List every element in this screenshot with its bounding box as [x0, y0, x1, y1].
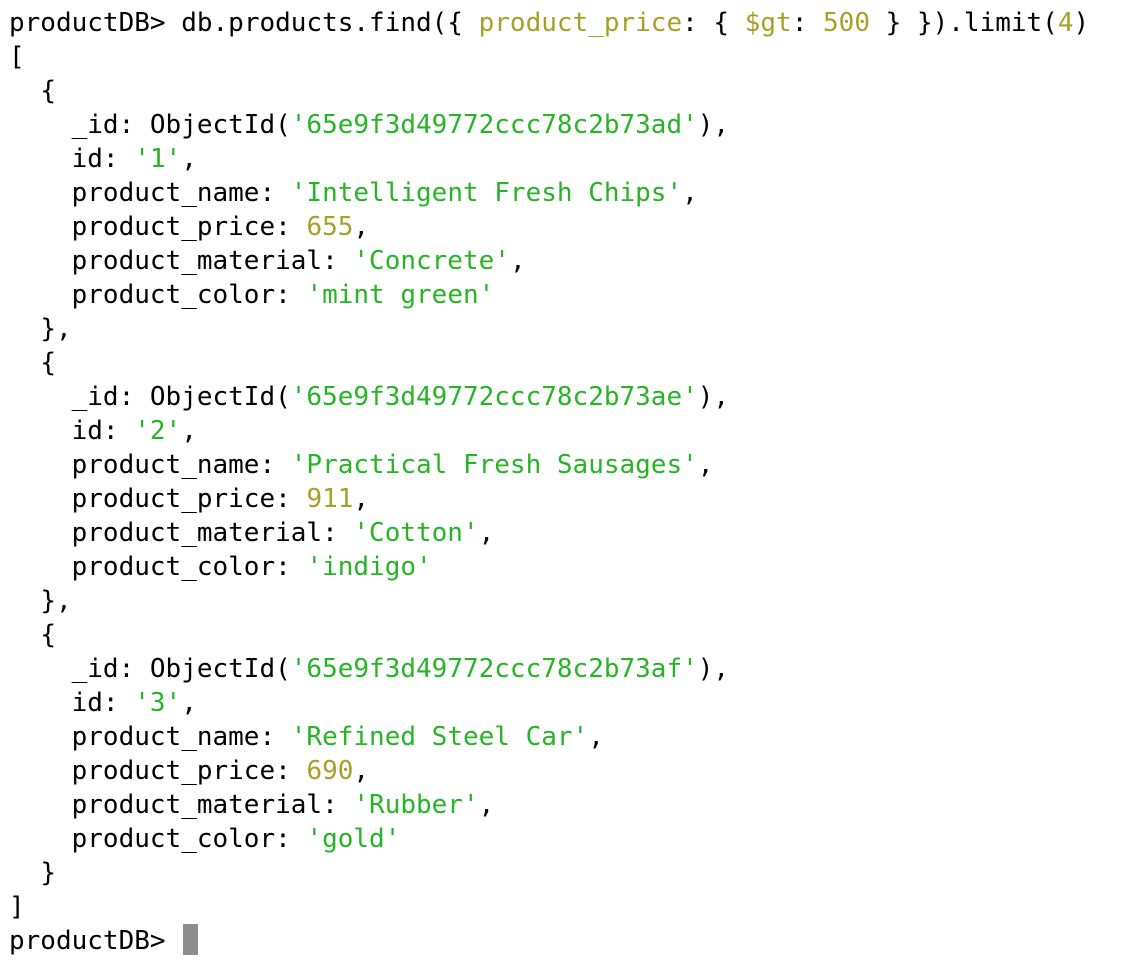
doc-1-objectid-value: '65e9f3d49772ccc78c2b73ad': [290, 110, 698, 140]
product-price-key: product_price:: [71, 756, 307, 786]
id-key: id:: [71, 144, 135, 174]
command-suffix: } }).limit(: [870, 8, 1058, 38]
doc-2-name-value: 'Practical Fresh Sausages': [290, 450, 698, 480]
doc-2-id-line: id: '2',: [71, 416, 197, 446]
doc-2-close: },: [40, 586, 72, 616]
terminal-window[interactable]: productDB> db.products.find({ product_pr…: [0, 0, 1122, 962]
doc-1-material-line: product_material: 'Concrete',: [71, 246, 526, 276]
prompt: productDB>: [9, 8, 166, 38]
objectid-key: _id: ObjectId(: [71, 654, 291, 684]
doc-2-price-line: product_price: 911,: [71, 484, 370, 514]
query-operator: $gt: [744, 8, 792, 38]
limit-value: 4: [1057, 8, 1074, 38]
command-colon-2: :: [791, 8, 824, 38]
doc-3-objectid-value: '65e9f3d49772ccc78c2b73af': [290, 654, 698, 684]
doc-1-name-line: product_name: 'Intelligent Fresh Chips',: [71, 178, 698, 208]
doc-3-color-value: 'gold': [306, 824, 401, 854]
doc-1-color-value: 'mint green': [306, 280, 495, 310]
product-name-key: product_name:: [71, 450, 291, 480]
query-field: product_price: [478, 8, 683, 38]
doc-2-open: {: [40, 348, 56, 378]
next-prompt: productDB>: [9, 926, 166, 956]
command-line: productDB> db.products.find({ product_pr…: [9, 6, 1089, 40]
doc-3-close: }: [40, 858, 56, 888]
product-color-key: product_color:: [71, 824, 307, 854]
doc-1-id-value: '1': [134, 144, 182, 174]
product-material-key: product_material:: [71, 518, 354, 548]
doc-3-material-value: 'Rubber': [353, 790, 479, 820]
doc-3-color-line: product_color: 'gold': [9, 822, 401, 856]
doc-3-id-line: id: '3',: [71, 688, 197, 718]
query-value: 500: [823, 8, 870, 38]
product-price-key: product_price:: [71, 212, 307, 242]
doc-3-material-line: product_material: 'Rubber',: [71, 790, 495, 820]
doc-1-material-value: 'Concrete': [353, 246, 510, 276]
product-name-key: product_name:: [71, 722, 291, 752]
id-key: id:: [71, 688, 135, 718]
doc-2-objectid-line: _id: ObjectId('65e9f3d49772ccc78c2b73ae'…: [71, 382, 730, 412]
result-close-bracket: ]: [9, 892, 25, 922]
command-colon: : {: [682, 8, 745, 38]
objectid-key: _id: ObjectId(: [71, 110, 291, 140]
doc-1-close: },: [40, 314, 72, 344]
doc-2-color-value: 'indigo': [306, 552, 432, 582]
result-open-bracket: [: [9, 42, 25, 72]
command-close: ): [1073, 8, 1090, 38]
doc-3-price-line: product_price: 690,: [71, 756, 370, 786]
doc-3-price-value: 690: [306, 756, 354, 786]
doc-1-id-line: id: '1',: [71, 144, 197, 174]
doc-1-price-line: product_price: 655,: [71, 212, 370, 242]
text-cursor[interactable]: [183, 924, 199, 955]
doc-2-material-line: product_material: 'Cotton',: [71, 518, 495, 548]
product-name-key: product_name:: [71, 178, 291, 208]
doc-1-color-line: product_color: 'mint green': [9, 278, 495, 312]
doc-1-objectid-line: _id: ObjectId('65e9f3d49772ccc78c2b73ad'…: [71, 110, 730, 140]
objectid-key: _id: ObjectId(: [71, 382, 291, 412]
doc-2-color-line: product_color: 'indigo': [9, 550, 432, 584]
doc-2-price-value: 911: [306, 484, 354, 514]
doc-2-material-value: 'Cotton': [353, 518, 479, 548]
doc-2-objectid-value: '65e9f3d49772ccc78c2b73ae': [290, 382, 698, 412]
product-material-key: product_material:: [71, 246, 354, 276]
input-line[interactable]: productDB>: [9, 924, 199, 958]
doc-2-name-line: product_name: 'Practical Fresh Sausages'…: [71, 450, 714, 480]
doc-3-name-line: product_name: 'Refined Steel Car',: [71, 722, 604, 752]
doc-1-open: {: [40, 76, 56, 106]
doc-3-open: {: [40, 620, 56, 650]
doc-3-objectid-line: _id: ObjectId('65e9f3d49772ccc78c2b73af'…: [71, 654, 730, 684]
doc-2-id-value: '2': [134, 416, 182, 446]
product-color-key: product_color:: [71, 552, 307, 582]
product-color-key: product_color:: [71, 280, 307, 310]
command-prefix: db.products.find({: [165, 8, 479, 38]
product-material-key: product_material:: [71, 790, 354, 820]
doc-1-price-value: 655: [306, 212, 354, 242]
product-price-key: product_price:: [71, 484, 307, 514]
id-key: id:: [71, 416, 135, 446]
doc-1-name-value: 'Intelligent Fresh Chips': [290, 178, 683, 208]
doc-3-name-value: 'Refined Steel Car': [290, 722, 589, 752]
doc-3-id-value: '3': [134, 688, 182, 718]
